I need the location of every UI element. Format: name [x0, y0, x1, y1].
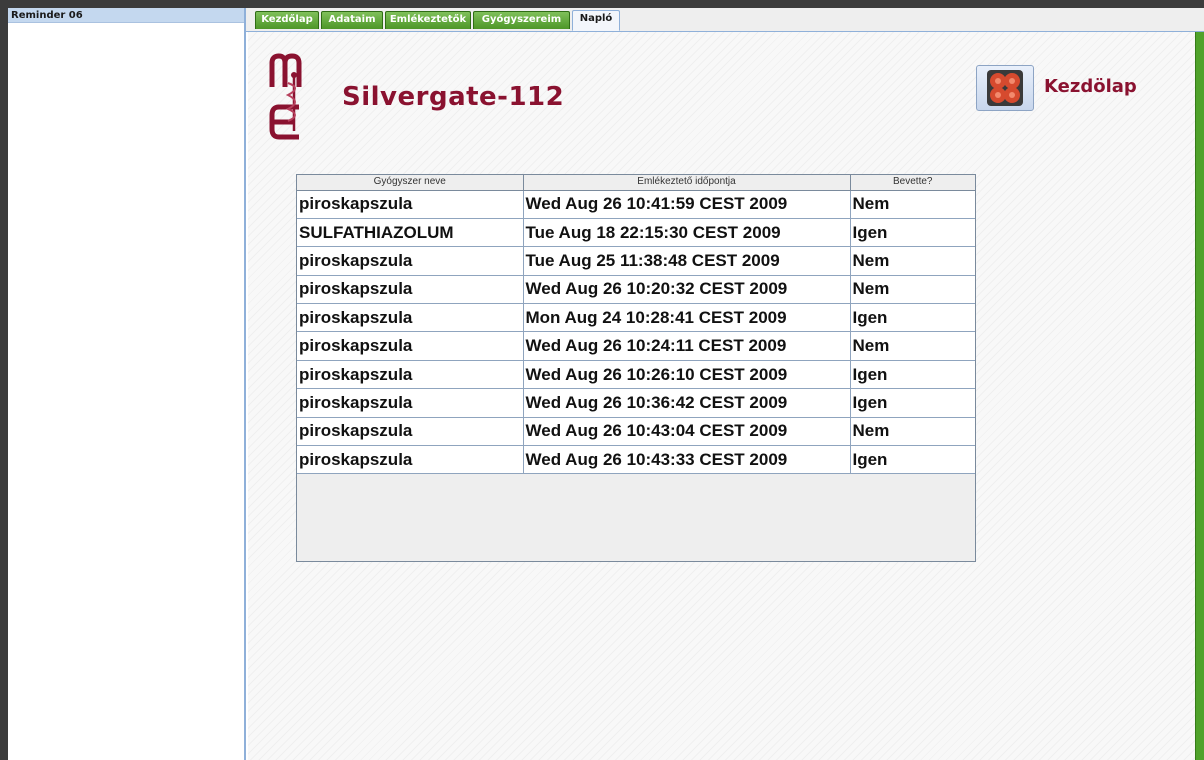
medical-logo-icon [269, 53, 302, 140]
table-row[interactable]: piroskapszula Wed Aug 26 10:43:33 CEST 20… [297, 445, 975, 475]
app-title: Silvergate-112 [342, 82, 565, 112]
cell-taken[interactable]: Igen [850, 360, 975, 390]
log-table: Gyógyszer neve Emlékeztető időpontja Bev… [296, 174, 976, 562]
table-header-row: Gyógyszer neve Emlékeztető időpontja Bev… [297, 175, 975, 191]
cell-taken[interactable]: Nem [850, 275, 975, 305]
column-header-reminder-time[interactable]: Emlékeztető időpontja [523, 175, 851, 191]
cell-taken[interactable]: Nem [850, 246, 975, 276]
table-row[interactable]: piroskapszula Wed Aug 26 10:24:11 CEST 20… [297, 331, 975, 361]
cell-medicine[interactable]: SULFATHIAZOLUM [297, 218, 524, 248]
cell-medicine[interactable]: piroskapszula [297, 190, 524, 219]
cell-reminder-time[interactable]: Wed Aug 26 10:36:42 CEST 2009 [523, 388, 851, 418]
home-label: Kezdölap [1044, 76, 1137, 97]
column-header-medicine[interactable]: Gyógyszer neve [297, 175, 524, 191]
cell-taken[interactable]: Igen [850, 445, 975, 475]
cell-medicine[interactable]: piroskapszula [297, 445, 524, 475]
cell-medicine[interactable]: piroskapszula [297, 331, 524, 361]
cell-taken[interactable]: Nem [850, 331, 975, 361]
main-content: Silvergate-112 Kezdölap Gyógyszer neve E… [248, 32, 1195, 760]
right-edge-strip [1195, 32, 1204, 760]
table-row[interactable]: piroskapszula Wed Aug 26 10:43:04 CEST 20… [297, 417, 975, 447]
table-row[interactable]: piroskapszula Tue Aug 25 11:38:48 CEST 20… [297, 246, 975, 276]
cell-medicine[interactable]: piroskapszula [297, 246, 524, 276]
window-title: Reminder 06 [8, 8, 244, 23]
tab-bar: Kezdőlap Adataim Emlékeztetők Gyógyszere… [246, 8, 1204, 32]
cell-taken[interactable]: Igen [850, 218, 975, 248]
cell-medicine[interactable]: piroskapszula [297, 360, 524, 390]
table-body: piroskapszula Wed Aug 26 10:41:59 CEST 20… [297, 190, 975, 475]
log-table-grid: Gyógyszer neve Emlékeztető időpontja Bev… [297, 175, 975, 475]
cell-medicine[interactable]: piroskapszula [297, 388, 524, 418]
app-window: Reminder 06 Kezdőlap Adataim Emlékeztető… [8, 8, 1204, 760]
cell-medicine[interactable]: piroskapszula [297, 275, 524, 305]
cell-reminder-time[interactable]: Mon Aug 24 10:28:41 CEST 2009 [523, 303, 851, 333]
cell-medicine[interactable]: piroskapszula [297, 303, 524, 333]
cell-reminder-time[interactable]: Wed Aug 26 10:26:10 CEST 2009 [523, 360, 851, 390]
cell-reminder-time[interactable]: Tue Aug 18 22:15:30 CEST 2009 [523, 218, 851, 248]
clover-home-icon [987, 70, 1023, 106]
table-row[interactable]: piroskapszula Wed Aug 26 10:41:59 CEST 20… [297, 190, 975, 219]
cell-taken[interactable]: Igen [850, 388, 975, 418]
cell-medicine[interactable]: piroskapszula [297, 417, 524, 447]
tab-adataim[interactable]: Adataim [321, 11, 383, 29]
tab-emlekeztetok[interactable]: Emlékeztetők [385, 11, 471, 29]
cell-taken[interactable]: Nem [850, 417, 975, 447]
left-panel: Reminder 06 [8, 8, 246, 760]
cell-taken[interactable]: Igen [850, 303, 975, 333]
home-button[interactable] [976, 65, 1034, 111]
table-row[interactable]: piroskapszula Wed Aug 26 10:36:42 CEST 20… [297, 388, 975, 418]
cell-reminder-time[interactable]: Wed Aug 26 10:43:04 CEST 2009 [523, 417, 851, 447]
cell-reminder-time[interactable]: Wed Aug 26 10:20:32 CEST 2009 [523, 275, 851, 305]
cell-reminder-time[interactable]: Tue Aug 25 11:38:48 CEST 2009 [523, 246, 851, 276]
table-row[interactable]: piroskapszula Mon Aug 24 10:28:41 CEST 20… [297, 303, 975, 333]
tab-kezdolap[interactable]: Kezdőlap [255, 11, 319, 29]
cell-reminder-time[interactable]: Wed Aug 26 10:24:11 CEST 2009 [523, 331, 851, 361]
table-row[interactable]: piroskapszula Wed Aug 26 10:20:32 CEST 20… [297, 275, 975, 305]
tab-naplo[interactable]: Napló [572, 10, 620, 31]
table-row[interactable]: piroskapszula Wed Aug 26 10:26:10 CEST 20… [297, 360, 975, 390]
cell-reminder-time[interactable]: Wed Aug 26 10:43:33 CEST 2009 [523, 445, 851, 475]
cell-reminder-time[interactable]: Wed Aug 26 10:41:59 CEST 2009 [523, 190, 851, 219]
table-row[interactable]: SULFATHIAZOLUM Tue Aug 18 22:15:30 CEST 2… [297, 218, 975, 248]
tab-gyogyszereim[interactable]: Gyógyszereim [473, 11, 570, 29]
cell-taken[interactable]: Nem [850, 190, 975, 219]
column-header-taken[interactable]: Bevette? [850, 175, 975, 191]
